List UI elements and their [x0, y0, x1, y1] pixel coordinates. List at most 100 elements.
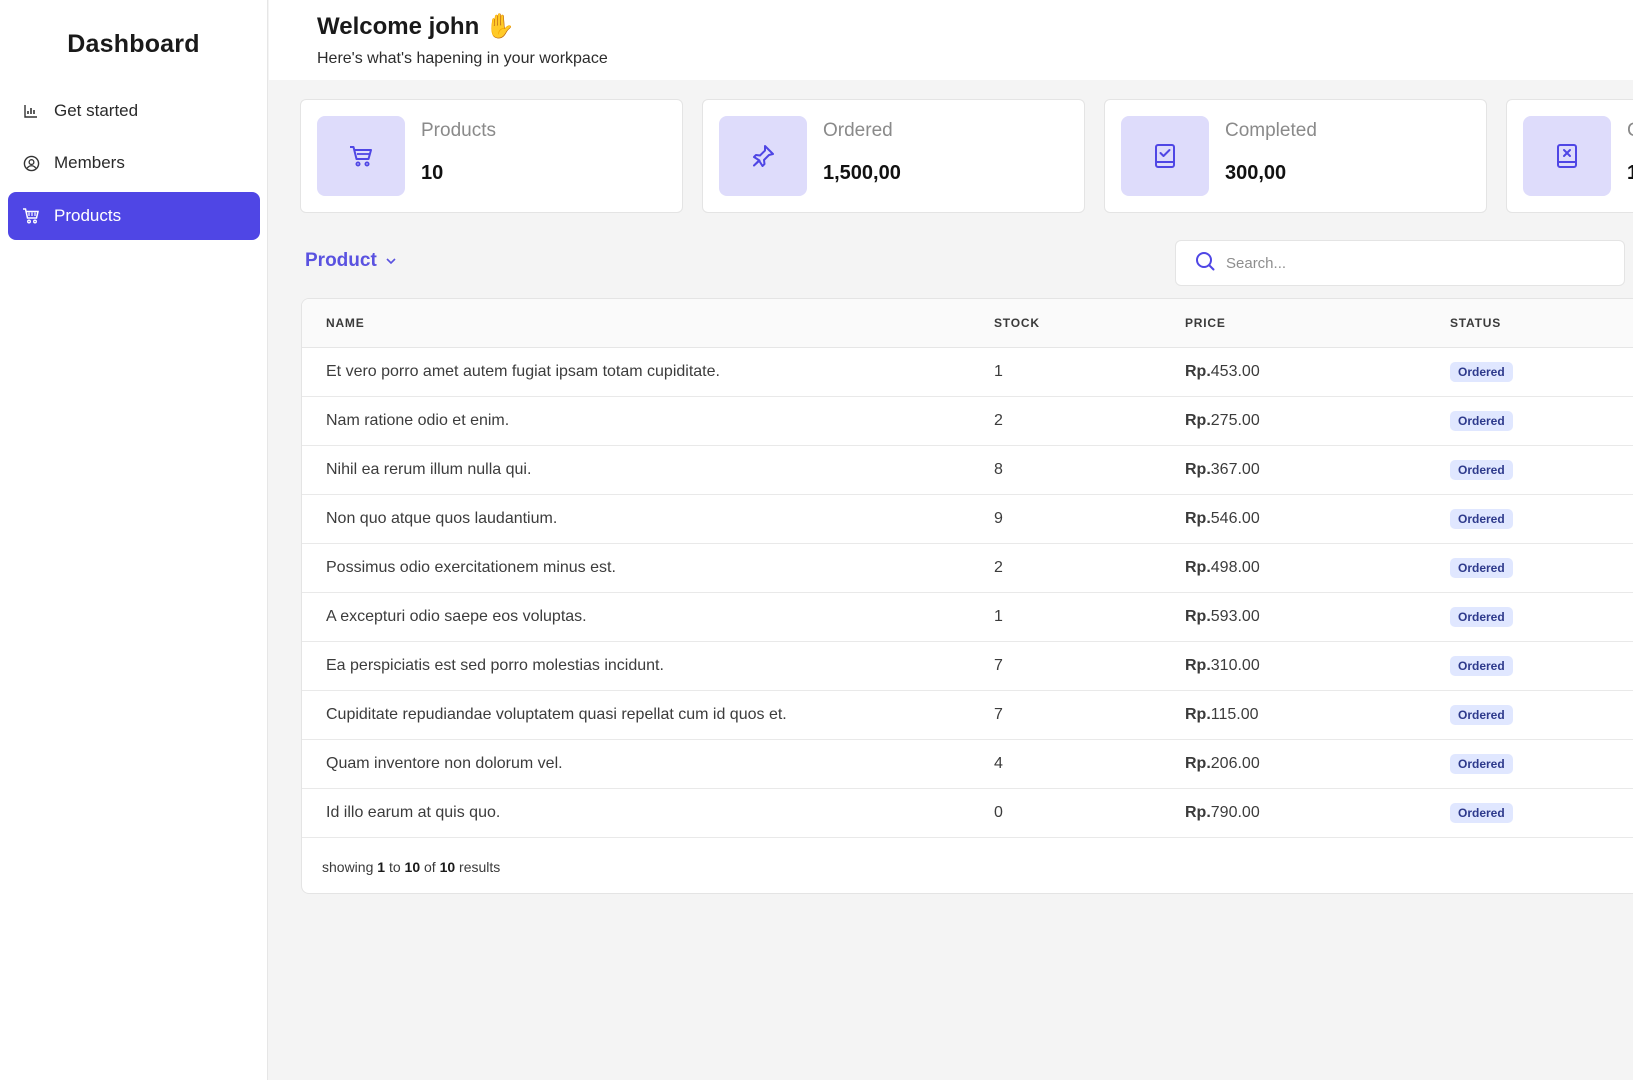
pagination-summary: showing 1 to 10 of 10 results [302, 838, 1633, 893]
cell-stock: 9 [994, 510, 1003, 527]
search-input[interactable] [1226, 254, 1606, 272]
column-header-price[interactable]: PRICE [1185, 316, 1226, 330]
price-value: 206.00 [1210, 755, 1260, 772]
cell-price: Rp.275.00 [1185, 412, 1260, 430]
currency-label: Rp. [1185, 608, 1211, 625]
product-filter-dropdown[interactable]: Product [305, 250, 397, 272]
cell-name: Possimus odio exercitationem minus est. [326, 559, 616, 576]
column-header-status[interactable]: STATUS [1450, 316, 1501, 330]
filter-label: Product [305, 250, 377, 271]
cart-icon [317, 116, 405, 196]
summary-prefix: showing [322, 858, 374, 875]
cell-stock: 4 [994, 755, 1003, 772]
sidebar: Dashboard Get started Members Products [0, 0, 268, 1080]
cell-price: Rp.546.00 [1185, 510, 1260, 528]
cell-name: Cupiditate repudiandae voluptatem quasi … [326, 706, 787, 723]
welcome-heading: Welcome john ✋ [317, 12, 515, 41]
summary-to-word: to [388, 858, 401, 875]
stat-card-cancelled: C 1 [1506, 99, 1633, 213]
cell-price: Rp.206.00 [1185, 755, 1260, 773]
brand-title: Dashboard [67, 30, 200, 58]
table-header: NAME STOCK PRICE STATUS [302, 299, 1633, 348]
cell-stock: 1 [994, 363, 1003, 380]
table-row[interactable]: Nam ratione odio et enim. 2 Rp.275.00 Or… [302, 397, 1633, 446]
summary-total: 10 [439, 858, 456, 875]
table-row[interactable]: A excepturi odio saepe eos voluptas. 1 R… [302, 593, 1633, 642]
shopping-cart-icon [22, 207, 40, 225]
cell-stock: 7 [994, 706, 1003, 723]
stat-label: Ordered [823, 120, 893, 141]
search-icon [1194, 250, 1216, 277]
sidebar-item-label: Get started [54, 101, 139, 120]
cell-stock: 0 [994, 804, 1003, 821]
sidebar-item-members[interactable]: Members [8, 139, 260, 187]
stat-value: 300,00 [1225, 162, 1287, 184]
stat-label: Products [421, 120, 496, 141]
table-row[interactable]: Id illo earum at quis quo. 0 Rp.790.00 O… [302, 789, 1633, 838]
column-header-stock[interactable]: STOCK [994, 316, 1040, 330]
table-row[interactable]: Cupiditate repudiandae voluptatem quasi … [302, 691, 1633, 740]
summary-suffix: results [459, 858, 501, 875]
cell-status: Ordered [1450, 705, 1513, 725]
cell-name: A excepturi odio saepe eos voluptas. [326, 608, 587, 625]
price-value: 790.00 [1210, 804, 1260, 821]
stat-label: Completed [1225, 120, 1317, 141]
cell-name: Ea perspiciatis est sed porro molestias … [326, 657, 664, 674]
search-box[interactable] [1175, 240, 1625, 286]
x-book-icon [1523, 116, 1611, 196]
table-row[interactable]: Non quo atque quos laudantium. 9 Rp.546.… [302, 495, 1633, 544]
page-header: Welcome john ✋ Here's what's hapening in… [269, 0, 1633, 80]
price-value: 453.00 [1210, 363, 1260, 380]
summary-from: 1 [377, 858, 386, 875]
sidebar-item-label: Members [54, 153, 125, 172]
status-badge: Ordered [1450, 656, 1513, 676]
table-row[interactable]: Ea perspiciatis est sed porro molestias … [302, 642, 1633, 691]
currency-label: Rp. [1185, 510, 1211, 527]
welcome-subtitle: Here's what's hapening in your workpace [317, 50, 608, 67]
stat-card-completed: Completed 300,00 [1104, 99, 1487, 213]
column-header-name[interactable]: NAME [326, 316, 365, 330]
cell-stock: 8 [994, 461, 1003, 478]
cell-stock: 2 [994, 412, 1003, 429]
cell-name: Quam inventore non dolorum vel. [326, 755, 563, 772]
price-value: 498.00 [1210, 559, 1260, 576]
table-row[interactable]: Possimus odio exercitationem minus est. … [302, 544, 1633, 593]
cell-stock: 2 [994, 559, 1003, 576]
price-value: 115.00 [1210, 706, 1259, 723]
cell-status: Ordered [1450, 607, 1513, 627]
cell-price: Rp.310.00 [1185, 657, 1260, 675]
products-table: NAME STOCK PRICE STATUS Et vero porro am… [301, 298, 1633, 894]
stat-card-ordered: Ordered 1,500,00 [702, 99, 1085, 213]
price-value: 546.00 [1210, 510, 1260, 527]
cell-status: Ordered [1450, 460, 1513, 480]
price-value: 310.00 [1210, 657, 1260, 674]
cell-name: Id illo earum at quis quo. [326, 804, 501, 821]
status-badge: Ordered [1450, 460, 1513, 480]
status-badge: Ordered [1450, 705, 1513, 725]
status-badge: Ordered [1450, 411, 1513, 431]
cell-status: Ordered [1450, 362, 1513, 382]
pin-icon [719, 116, 807, 196]
cell-status: Ordered [1450, 803, 1513, 823]
cell-stock: 1 [994, 608, 1003, 625]
cell-status: Ordered [1450, 656, 1513, 676]
table-row[interactable]: Et vero porro amet autem fugiat ipsam to… [302, 348, 1633, 397]
status-badge: Ordered [1450, 509, 1513, 529]
currency-label: Rp. [1185, 412, 1211, 429]
table-row[interactable]: Quam inventore non dolorum vel. 4 Rp.206… [302, 740, 1633, 789]
currency-label: Rp. [1185, 363, 1211, 380]
currency-label: Rp. [1185, 657, 1211, 674]
cell-status: Ordered [1450, 754, 1513, 774]
table-row[interactable]: Nihil ea rerum illum nulla qui. 8 Rp.367… [302, 446, 1633, 495]
sidebar-item-get-started[interactable]: Get started [8, 87, 260, 135]
status-badge: Ordered [1450, 803, 1513, 823]
stat-value: 1 [1627, 162, 1633, 184]
bar-chart-icon [22, 102, 40, 120]
currency-label: Rp. [1185, 559, 1211, 576]
user-circle-icon [22, 154, 40, 172]
currency-label: Rp. [1185, 706, 1211, 723]
stat-value: 10 [421, 162, 444, 184]
sidebar-item-products[interactable]: Products [8, 192, 260, 240]
stat-value: 1,500,00 [823, 162, 901, 184]
summary-of-word: of [424, 858, 436, 875]
